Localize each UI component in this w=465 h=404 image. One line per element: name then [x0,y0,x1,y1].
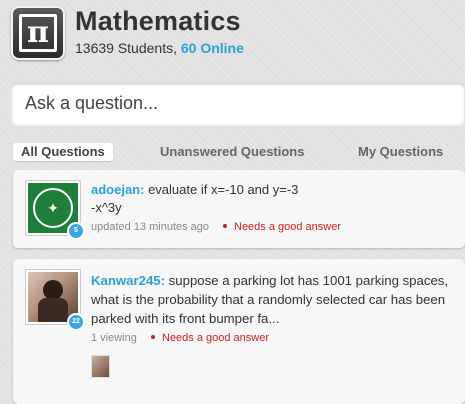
question-author[interactable]: adoejan: [91,182,144,197]
shield-icon: ✦ [33,188,73,228]
question-card[interactable]: 22 Kanwar245: suppose a parking lot has … [13,259,465,404]
subject-stats: 13639 Students, 60 Online [75,40,244,56]
subject-title: Mathematics [75,6,241,36]
ask-question-input[interactable]: Ask a question... [11,83,465,125]
pi-icon: π [19,14,57,52]
question-tabs: All Questions Unanswered Questions My Qu… [13,143,465,163]
question-card[interactable]: ✦ 5 adoejan: evaluate if x=-10 and y=-3 … [13,170,465,248]
tab-unanswered-questions[interactable]: Unanswered Questions [160,143,304,161]
bullet-icon [151,335,155,340]
subject-header: π Mathematics 13639 Students, 60 Online [11,6,461,64]
user-level-badge: 22 [67,313,85,331]
question-text[interactable]: Kanwar245: suppose a parking lot has 100… [91,271,459,328]
question-meta: 1 viewing [91,332,137,344]
tab-my-questions[interactable]: My Questions [358,143,443,161]
bullet-icon [223,224,227,229]
tab-all-questions[interactable]: All Questions [13,143,113,161]
status-needs-answer: Needs a good answer [151,332,269,344]
subject-logo[interactable]: π [11,6,65,60]
question-meta: updated 13 minutes ago [91,221,210,233]
question-body-line2: -x^3y [91,199,122,215]
question-body: evaluate if x=-10 and y=-3 [144,182,299,197]
online-count[interactable]: 60 Online [181,40,244,56]
viewer-avatar[interactable] [91,355,110,378]
students-count: 13639 Students, [75,40,181,56]
question-author[interactable]: Kanwar245: [91,273,165,288]
user-level-badge: 5 [67,222,85,240]
status-needs-answer: Needs a good answer [223,221,341,233]
question-text[interactable]: adoejan: evaluate if x=-10 and y=-3 -x^3… [91,181,459,216]
